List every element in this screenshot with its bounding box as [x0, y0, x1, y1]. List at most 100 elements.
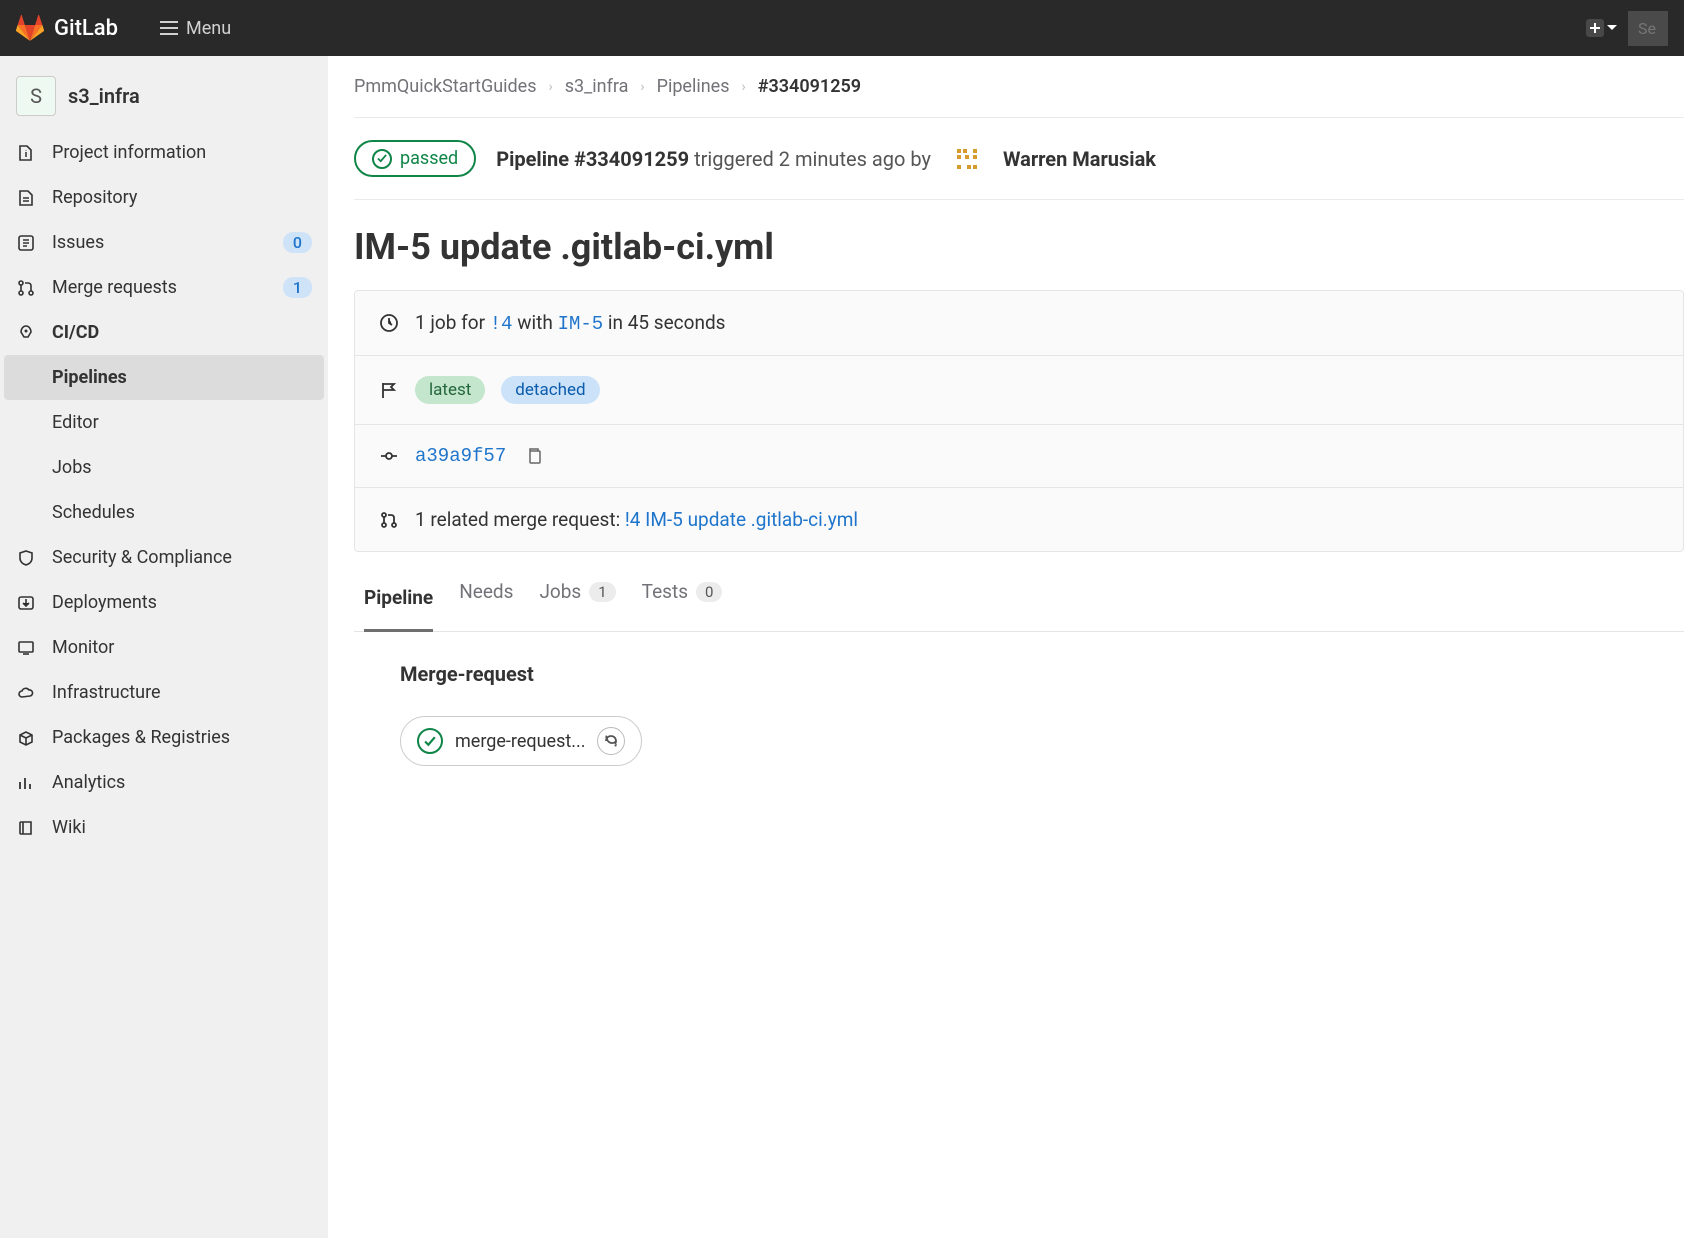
job-name: merge-request... [455, 731, 585, 752]
top-navbar: GitLab Menu [0, 0, 1684, 56]
pipeline-graph: Merge-request merge-request... [354, 632, 1684, 766]
nav-label: Monitor [52, 637, 312, 658]
sidebar-item-analytics[interactable]: Analytics [0, 760, 328, 805]
search-input[interactable] [1628, 11, 1668, 46]
sidebar-subitem-schedules[interactable]: Schedules [0, 490, 328, 535]
related-mr-text: 1 related merge request: !4 IM-5 update … [415, 508, 858, 531]
plus-icon [1586, 19, 1604, 37]
tab-needs[interactable]: Needs [459, 580, 513, 617]
brand-text: GitLab [54, 16, 118, 41]
sidebar: S s3_infra Project information Repositor… [0, 56, 328, 1238]
flag-icon [379, 380, 399, 400]
book-icon [16, 819, 36, 837]
chart-icon [16, 774, 36, 792]
pipeline-tabs: Pipeline Needs Jobs1 Tests0 [354, 552, 1684, 632]
hamburger-icon [160, 21, 178, 35]
tag-detached: detached [501, 376, 599, 404]
branch-link[interactable]: IM-5 [558, 313, 604, 335]
chevron-right-icon: › [742, 79, 746, 95]
menu-label: Menu [186, 18, 231, 39]
main-content: PmmQuickStartGuides › s3_infra › Pipelin… [328, 56, 1684, 1238]
menu-button[interactable]: Menu [160, 18, 231, 39]
retry-icon[interactable] [597, 727, 625, 755]
info-row-related-mr: 1 related merge request: !4 IM-5 update … [355, 488, 1683, 551]
brand[interactable]: GitLab [16, 14, 118, 42]
clock-icon [379, 313, 399, 333]
breadcrumb-current: #334091259 [758, 76, 861, 97]
new-dropdown[interactable] [1586, 19, 1618, 37]
cloud-icon [16, 684, 36, 702]
nav-label: CI/CD [52, 322, 312, 343]
chevron-down-icon [1606, 24, 1618, 32]
info-row-jobs: 1 job for !4 with IM-5 in 45 seconds [355, 291, 1683, 356]
sidebar-item-security[interactable]: Security & Compliance [0, 535, 328, 580]
pipeline-header-text: Pipeline #334091259 triggered 2 minutes … [496, 147, 931, 171]
sidebar-item-project-info[interactable]: Project information [0, 130, 328, 175]
user-avatar[interactable] [951, 143, 983, 175]
status-badge[interactable]: passed [354, 140, 476, 177]
gitlab-logo-icon [16, 14, 44, 42]
chevron-right-icon: › [549, 79, 553, 95]
mr-link[interactable]: !4 [490, 313, 513, 335]
nav-label: Project information [52, 142, 312, 163]
jobs-summary: 1 job for !4 with IM-5 in 45 seconds [415, 311, 725, 335]
nav-label: Merge requests [52, 277, 267, 298]
nav-label: Deployments [52, 592, 312, 613]
info-icon [16, 144, 36, 162]
sidebar-item-monitor[interactable]: Monitor [0, 625, 328, 670]
pipeline-info-box: 1 job for !4 with IM-5 in 45 seconds lat… [354, 290, 1684, 552]
rocket-icon [16, 324, 36, 342]
check-circle-icon [417, 728, 443, 754]
tests-tab-count: 0 [696, 582, 722, 602]
project-name: s3_infra [68, 84, 140, 108]
commit-sha-link[interactable]: a39a9f57 [415, 445, 506, 467]
nav-label: Issues [52, 232, 267, 253]
related-mr-link[interactable]: !4 IM-5 update .gitlab-ci.yml [625, 508, 858, 531]
sidebar-item-wiki[interactable]: Wiki [0, 805, 328, 850]
project-avatar: S [16, 76, 56, 116]
shield-icon [16, 549, 36, 567]
sidebar-subitem-jobs[interactable]: Jobs [0, 445, 328, 490]
breadcrumb: PmmQuickStartGuides › s3_infra › Pipelin… [354, 76, 1684, 118]
sidebar-item-infrastructure[interactable]: Infrastructure [0, 670, 328, 715]
copy-sha-button[interactable] [526, 447, 542, 465]
sidebar-item-cicd[interactable]: CI/CD [0, 310, 328, 355]
chevron-right-icon: › [640, 79, 644, 95]
tag-latest: latest [415, 376, 485, 404]
pipeline-header: passed Pipeline #334091259 triggered 2 m… [354, 118, 1684, 200]
tab-pipeline[interactable]: Pipeline [364, 580, 433, 632]
breadcrumb-l2[interactable]: s3_infra [565, 76, 629, 97]
sidebar-subitem-pipelines[interactable]: Pipelines [4, 355, 324, 400]
jobs-tab-count: 1 [589, 582, 615, 602]
tab-tests[interactable]: Tests0 [642, 580, 723, 617]
nav-label: Repository [52, 187, 312, 208]
status-text: passed [400, 148, 458, 169]
job-pill[interactable]: merge-request... [400, 716, 642, 766]
info-row-commit: a39a9f57 [355, 425, 1683, 488]
sidebar-item-merge-requests[interactable]: Merge requests 1 [0, 265, 328, 310]
commit-icon [379, 446, 399, 466]
breadcrumb-l1[interactable]: PmmQuickStartGuides [354, 76, 537, 97]
package-icon [16, 729, 36, 747]
user-name[interactable]: Warren Marusiak [1003, 147, 1156, 171]
issues-count: 0 [283, 232, 312, 253]
file-icon [16, 189, 36, 207]
stage-title: Merge-request [400, 662, 1684, 686]
page-title: IM-5 update .gitlab-ci.yml [354, 200, 1684, 290]
check-circle-icon [372, 149, 392, 169]
nav-label: Wiki [52, 817, 312, 838]
nav-label: Infrastructure [52, 682, 312, 703]
nav-label: Security & Compliance [52, 547, 312, 568]
info-row-tags: latest detached [355, 356, 1683, 425]
sidebar-item-packages[interactable]: Packages & Registries [0, 715, 328, 760]
sidebar-subitem-editor[interactable]: Editor [0, 400, 328, 445]
sidebar-item-issues[interactable]: Issues 0 [0, 220, 328, 265]
mr-count: 1 [283, 277, 312, 298]
project-header[interactable]: S s3_infra [0, 66, 328, 130]
breadcrumb-l3[interactable]: Pipelines [657, 76, 730, 97]
sidebar-item-repository[interactable]: Repository [0, 175, 328, 220]
merge-icon [16, 279, 36, 297]
sidebar-item-deployments[interactable]: Deployments [0, 580, 328, 625]
tab-jobs[interactable]: Jobs1 [539, 580, 615, 617]
nav-label: Packages & Registries [52, 727, 312, 748]
